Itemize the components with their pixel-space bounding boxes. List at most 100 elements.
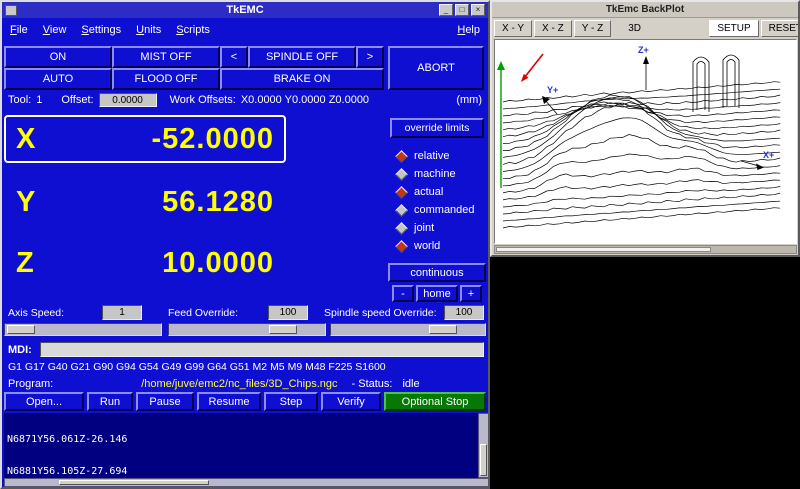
window-controls: _ □ × [439,4,485,16]
status-value: idle [402,378,419,390]
radio-commanded[interactable]: commanded [397,202,475,218]
listing-vertical-scrollbar[interactable] [478,413,489,478]
tool-pointer-arrow [521,54,543,82]
axis-speed-slider-thumb[interactable] [7,325,35,334]
z-axis-label: Z+ [638,45,649,55]
feed-override-slider[interactable] [168,323,326,336]
spindle-override-slider-thumb[interactable] [429,325,457,334]
setup-button[interactable]: SETUP [709,20,758,37]
open-button[interactable]: Open... [4,392,84,411]
tab-3d[interactable]: 3D [613,20,656,37]
menu-help[interactable]: Help [457,24,480,36]
units-indicator: (mm) [456,94,482,106]
menu-scripts[interactable]: Scripts [176,24,210,36]
menu-units[interactable]: Units [136,24,161,36]
tab-xy[interactable]: X - Y [494,20,532,37]
resume-button[interactable]: Resume [197,392,261,411]
backplot-window: TkEmc BackPlot X - Y X - Z Y - Z 3D SETU… [490,0,800,257]
override-limits-button[interactable]: override limits [390,118,484,138]
work-offsets-value: X0.0000 Y0.0000 Z0.0000 [241,94,369,106]
axis-speed-value: 1 [102,305,142,320]
radio-actual-indicator [395,186,408,199]
run-button[interactable]: Run [87,392,133,411]
spindle-button[interactable]: SPINDLE OFF [248,46,356,68]
radio-world[interactable]: world [397,238,440,254]
tab-yz[interactable]: Y - Z [574,20,611,37]
dro-y-value: 56.1280 [162,186,274,219]
radio-joint[interactable]: joint [397,220,434,236]
program-listing[interactable]: N6871Y56.061Z-26.146 N6881Y56.105Z-27.69… [4,413,478,478]
optional-stop-button[interactable]: Optional Stop [384,392,486,411]
radio-commanded-label: commanded [414,204,475,216]
radio-joint-indicator [395,222,408,235]
machine-on-button[interactable]: ON [4,46,112,68]
radio-joint-label: joint [414,222,434,234]
program-path: /home/juve/emc2/nc_files/3D_Chips.ngc [141,378,337,390]
program-label: Program: [8,378,53,390]
spindle-increase-button[interactable]: > [356,46,384,68]
radio-actual[interactable]: actual [397,184,443,200]
brake-button[interactable]: BRAKE ON [220,68,384,90]
radio-machine[interactable]: machine [397,166,456,182]
listing-vertical-scrollbar-thumb[interactable] [480,444,487,476]
dro-z-value: 10.0000 [162,247,274,280]
close-icon[interactable]: × [471,4,485,16]
radio-relative-indicator [395,150,408,163]
status-label: - Status: [352,378,393,390]
dro-axis-y[interactable]: Y 56.1280 [4,178,286,226]
spindle-override-label: Spindle speed Override: [324,307,437,319]
menu-view[interactable]: View [43,24,67,36]
dro-axis-z[interactable]: Z 10.0000 [4,239,286,287]
backplot-horizontal-scrollbar[interactable] [494,245,797,254]
listing-line: N6881Y56.105Z-27.694 [7,467,475,478]
home-button[interactable]: home [416,285,458,302]
abort-button[interactable]: ABORT [388,46,484,90]
main-titlebar[interactable]: TkEMC _ □ × [2,2,488,18]
menubar: File View Settings Units Scripts Help [2,18,488,42]
tool-number: 1 [36,94,42,106]
verify-button[interactable]: Verify [321,392,381,411]
jog-minus-button[interactable]: - [392,285,414,302]
jog-mode-dropdown[interactable]: continuous [388,263,486,282]
axis-speed-label: Axis Speed: [8,307,64,319]
mdi-input[interactable] [40,342,484,357]
minimize-icon[interactable]: _ [439,4,453,16]
window-menu-icon[interactable] [5,5,17,16]
backplot-tabs: X - Y X - Z Y - Z 3D SETUP RESET [492,19,798,38]
mode-auto-button[interactable]: AUTO [4,68,112,90]
maximize-icon[interactable]: □ [455,4,469,16]
jog-plus-button[interactable]: + [460,285,482,302]
spindle-decrease-button[interactable]: < [220,46,248,68]
work-offsets-label: Work Offsets: [170,94,236,106]
feed-override-slider-thumb[interactable] [269,325,297,334]
radio-commanded-indicator [395,204,408,217]
offset-value-field: 0.0000 [99,93,157,107]
pause-button[interactable]: Pause [136,392,194,411]
flood-button[interactable]: FLOOD OFF [112,68,220,90]
program-row: Program: /home/juve/emc2/nc_files/3D_Chi… [8,377,482,391]
feed-override-label: Feed Override: [168,307,238,319]
program-actions: Open... Run Pause Resume Step Verify Opt… [4,392,486,411]
radio-world-indicator [395,240,408,253]
active-gcodes: G1 G17 G40 G21 G90 G94 G54 G49 G99 G64 G… [8,361,386,373]
menu-file[interactable]: File [10,24,28,36]
radio-actual-label: actual [414,186,443,198]
backplot-plot: Z+ Y+ X+ [495,40,796,243]
radio-machine-label: machine [414,168,456,180]
tab-xz[interactable]: X - Z [534,20,572,37]
axis-speed-slider[interactable] [4,323,162,336]
menu-settings[interactable]: Settings [81,24,121,36]
dro-axis-x[interactable]: X -52.0000 [4,115,286,163]
backplot-titlebar[interactable]: TkEmc BackPlot [492,2,798,18]
backplot-scrollbar-thumb[interactable] [496,247,711,252]
mdi-label: MDI: [8,344,32,356]
reset-button[interactable]: RESET [761,20,800,37]
radio-relative[interactable]: relative [397,148,449,164]
offset-label: Offset: [61,94,93,106]
spindle-override-slider[interactable] [330,323,486,336]
x-axis-label: X+ [763,150,774,160]
mist-button[interactable]: MIST OFF [112,46,220,68]
listing-horizontal-scrollbar[interactable] [4,478,489,487]
listing-horizontal-scrollbar-thumb[interactable] [59,480,209,485]
step-button[interactable]: Step [264,392,318,411]
